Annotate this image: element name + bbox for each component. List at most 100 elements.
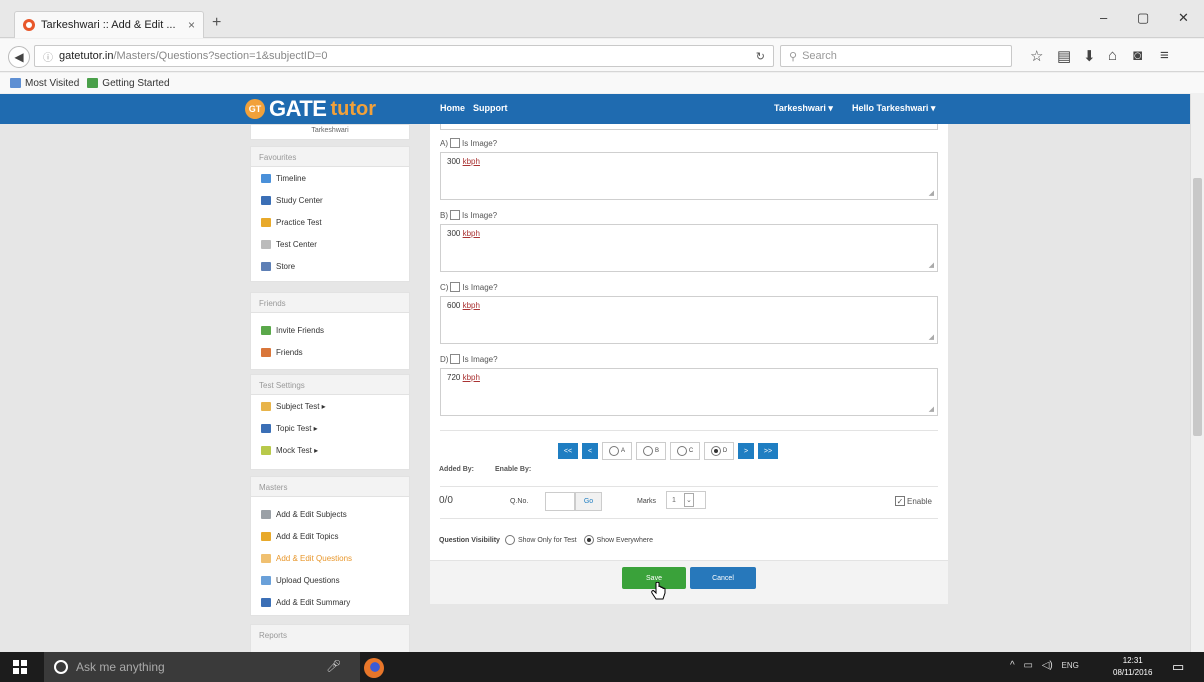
sidebar-item-add-edit-summary[interactable]: Add & Edit Summary bbox=[251, 591, 409, 613]
maximize-button[interactable]: ▢ bbox=[1137, 10, 1149, 26]
scrollbar-thumb[interactable] bbox=[1193, 178, 1202, 436]
option-letter: D) bbox=[440, 354, 449, 364]
system-clock[interactable]: 12:31 08/11/2016 bbox=[1113, 655, 1152, 679]
sidebar-item-topic-test[interactable]: Topic Test ▸ bbox=[251, 417, 409, 439]
nav-home-link[interactable]: Home bbox=[440, 103, 465, 113]
sidebar-item-store[interactable]: Store bbox=[251, 255, 409, 277]
last-page-button[interactable]: >> bbox=[758, 443, 778, 459]
sidebar-item-practice-test[interactable]: Practice Test bbox=[251, 211, 409, 233]
sidebar-item-label: Add & Edit Topics bbox=[276, 531, 339, 541]
invite-friends-icon bbox=[261, 325, 271, 335]
marks-value: 1 bbox=[672, 496, 676, 504]
nav-hello-menu[interactable]: Hello Tarkeshwari ▾ bbox=[852, 103, 935, 114]
bookmark-most-visited[interactable]: Most Visited bbox=[10, 78, 79, 89]
subjects-icon bbox=[261, 509, 271, 519]
next-page-button[interactable]: > bbox=[738, 443, 754, 459]
nav-user-menu[interactable]: Tarkeshwari ▾ bbox=[774, 103, 833, 114]
sidebar-item-timeline[interactable]: Timeline bbox=[251, 167, 409, 189]
test-settings-section: Test Settings Subject Test ▸ Topic Test … bbox=[250, 374, 410, 470]
is-image-label: Is Image? bbox=[462, 354, 498, 364]
option-unit: kbph bbox=[462, 229, 480, 238]
new-tab-button[interactable]: + bbox=[212, 14, 221, 32]
resize-grip-icon[interactable]: ◢ bbox=[929, 261, 934, 269]
enable-checkbox[interactable]: ✓ bbox=[895, 496, 905, 506]
question-textarea-bottom[interactable] bbox=[440, 124, 938, 130]
option-c-label: C) Is Image? bbox=[440, 282, 498, 292]
option-c-textarea[interactable]: 600 kbph ◢ bbox=[440, 296, 938, 344]
sidebar-item-upload-questions[interactable]: Upload Questions bbox=[251, 569, 409, 591]
sidebar-item-add-edit-topics[interactable]: Add & Edit Topics bbox=[251, 525, 409, 547]
address-bar[interactable]: ⓘ gatetutor.in /Masters/Questions?sectio… bbox=[34, 45, 774, 67]
sidebar-item-add-edit-subjects[interactable]: Add & Edit Subjects bbox=[251, 503, 409, 525]
site-favicon-icon bbox=[23, 19, 35, 31]
resize-grip-icon[interactable]: ◢ bbox=[929, 405, 934, 413]
system-tray[interactable]: ^ ▭ ◁) ENG bbox=[1010, 660, 1079, 671]
study-center-icon bbox=[261, 195, 271, 205]
sidebar-item-invite-friends[interactable]: Invite Friends bbox=[251, 319, 409, 341]
sidebar-item-test-center[interactable]: Test Center bbox=[251, 233, 409, 255]
favourites-heading: Favourites bbox=[251, 147, 409, 167]
is-image-checkbox-c[interactable] bbox=[450, 282, 461, 292]
answer-radio-c[interactable]: C bbox=[670, 442, 700, 460]
browser-tab[interactable]: Tarkeshwari :: Add & Edit ... × bbox=[14, 11, 204, 38]
resize-grip-icon[interactable]: ◢ bbox=[929, 189, 934, 197]
sidebar-item-label: Upload Questions bbox=[276, 575, 340, 585]
language-indicator[interactable]: ENG bbox=[1062, 661, 1079, 670]
close-window-button[interactable]: ✕ bbox=[1178, 10, 1189, 26]
pocket-icon[interactable]: ◙ bbox=[1133, 47, 1142, 64]
enable-by-label: Enable By: bbox=[495, 466, 532, 473]
menu-icon[interactable]: ≡ bbox=[1160, 47, 1169, 64]
is-image-checkbox-d[interactable] bbox=[450, 354, 461, 364]
first-page-button[interactable]: << bbox=[558, 443, 578, 459]
visibility-radio-everywhere[interactable] bbox=[583, 535, 594, 545]
radio-label: A bbox=[620, 448, 625, 454]
back-button[interactable]: ◀ bbox=[8, 46, 30, 68]
resize-grip-icon[interactable]: ◢ bbox=[929, 333, 934, 341]
notification-icon[interactable]: ▭ bbox=[1172, 659, 1184, 675]
microphone-icon[interactable]: 🎤︎ bbox=[326, 659, 341, 673]
chevron-up-icon[interactable]: ^ bbox=[1010, 660, 1015, 671]
option-a-textarea[interactable]: 300 kbph ◢ bbox=[440, 152, 938, 200]
site-logo[interactable]: GT GATE tutor bbox=[245, 94, 376, 124]
sidebar-item-add-edit-questions[interactable]: Add & Edit Questions bbox=[251, 547, 409, 569]
search-icon: ⚲ bbox=[789, 50, 798, 63]
qno-input[interactable] bbox=[545, 492, 575, 511]
bookmark-star-icon[interactable]: ☆ bbox=[1030, 47, 1043, 65]
answer-radio-b[interactable]: B bbox=[636, 442, 666, 460]
option-d-textarea[interactable]: 720 kbph ◢ bbox=[440, 368, 938, 416]
reading-list-icon[interactable]: ▤ bbox=[1057, 47, 1071, 65]
go-button[interactable]: Go bbox=[575, 492, 602, 511]
sidebar-item-study-center[interactable]: Study Center bbox=[251, 189, 409, 211]
cancel-button[interactable]: Cancel bbox=[690, 567, 756, 589]
close-tab-icon[interactable]: × bbox=[188, 18, 195, 32]
divider bbox=[440, 518, 938, 519]
prev-page-button[interactable]: < bbox=[582, 443, 598, 459]
enable-checkbox-group[interactable]: ✓ Enable bbox=[895, 496, 932, 506]
is-image-checkbox-a[interactable] bbox=[450, 138, 460, 148]
windows-start-icon[interactable] bbox=[13, 660, 27, 674]
minimize-button[interactable]: – bbox=[1100, 10, 1107, 25]
reload-icon[interactable]: ↻ bbox=[756, 50, 765, 63]
network-icon[interactable]: ▭ bbox=[1023, 660, 1032, 671]
sidebar-item-mock-test[interactable]: Mock Test ▸ bbox=[251, 439, 409, 461]
is-image-checkbox-b[interactable] bbox=[450, 210, 460, 220]
marks-select[interactable]: 1 ⌄ bbox=[666, 491, 706, 509]
sidebar-item-friends[interactable]: Friends bbox=[251, 341, 409, 363]
questions-icon bbox=[261, 553, 271, 563]
visibility-option-label: Show Only for Test bbox=[517, 536, 577, 544]
volume-icon[interactable]: ◁) bbox=[1042, 660, 1053, 671]
download-icon[interactable]: ⬇ bbox=[1083, 47, 1096, 65]
bookmark-getting-started[interactable]: Getting Started bbox=[87, 78, 170, 89]
home-icon[interactable]: ⌂ bbox=[1108, 47, 1117, 64]
answer-radio-d[interactable]: D bbox=[704, 442, 734, 460]
option-value: 300 bbox=[447, 229, 461, 238]
sidebar-item-subject-test[interactable]: Subject Test ▸ bbox=[251, 395, 409, 417]
answer-radio-a[interactable]: A bbox=[602, 442, 632, 460]
visibility-radio-test-only[interactable] bbox=[504, 535, 515, 545]
cortana-search[interactable]: Ask me anything bbox=[44, 652, 360, 682]
search-input[interactable]: ⚲ Search bbox=[780, 45, 1012, 67]
nav-support-link[interactable]: Support bbox=[473, 103, 508, 113]
option-b-textarea[interactable]: 300 kbph ◢ bbox=[440, 224, 938, 272]
firefox-taskbar-icon[interactable] bbox=[364, 658, 384, 678]
marks-label: Marks bbox=[637, 498, 657, 505]
